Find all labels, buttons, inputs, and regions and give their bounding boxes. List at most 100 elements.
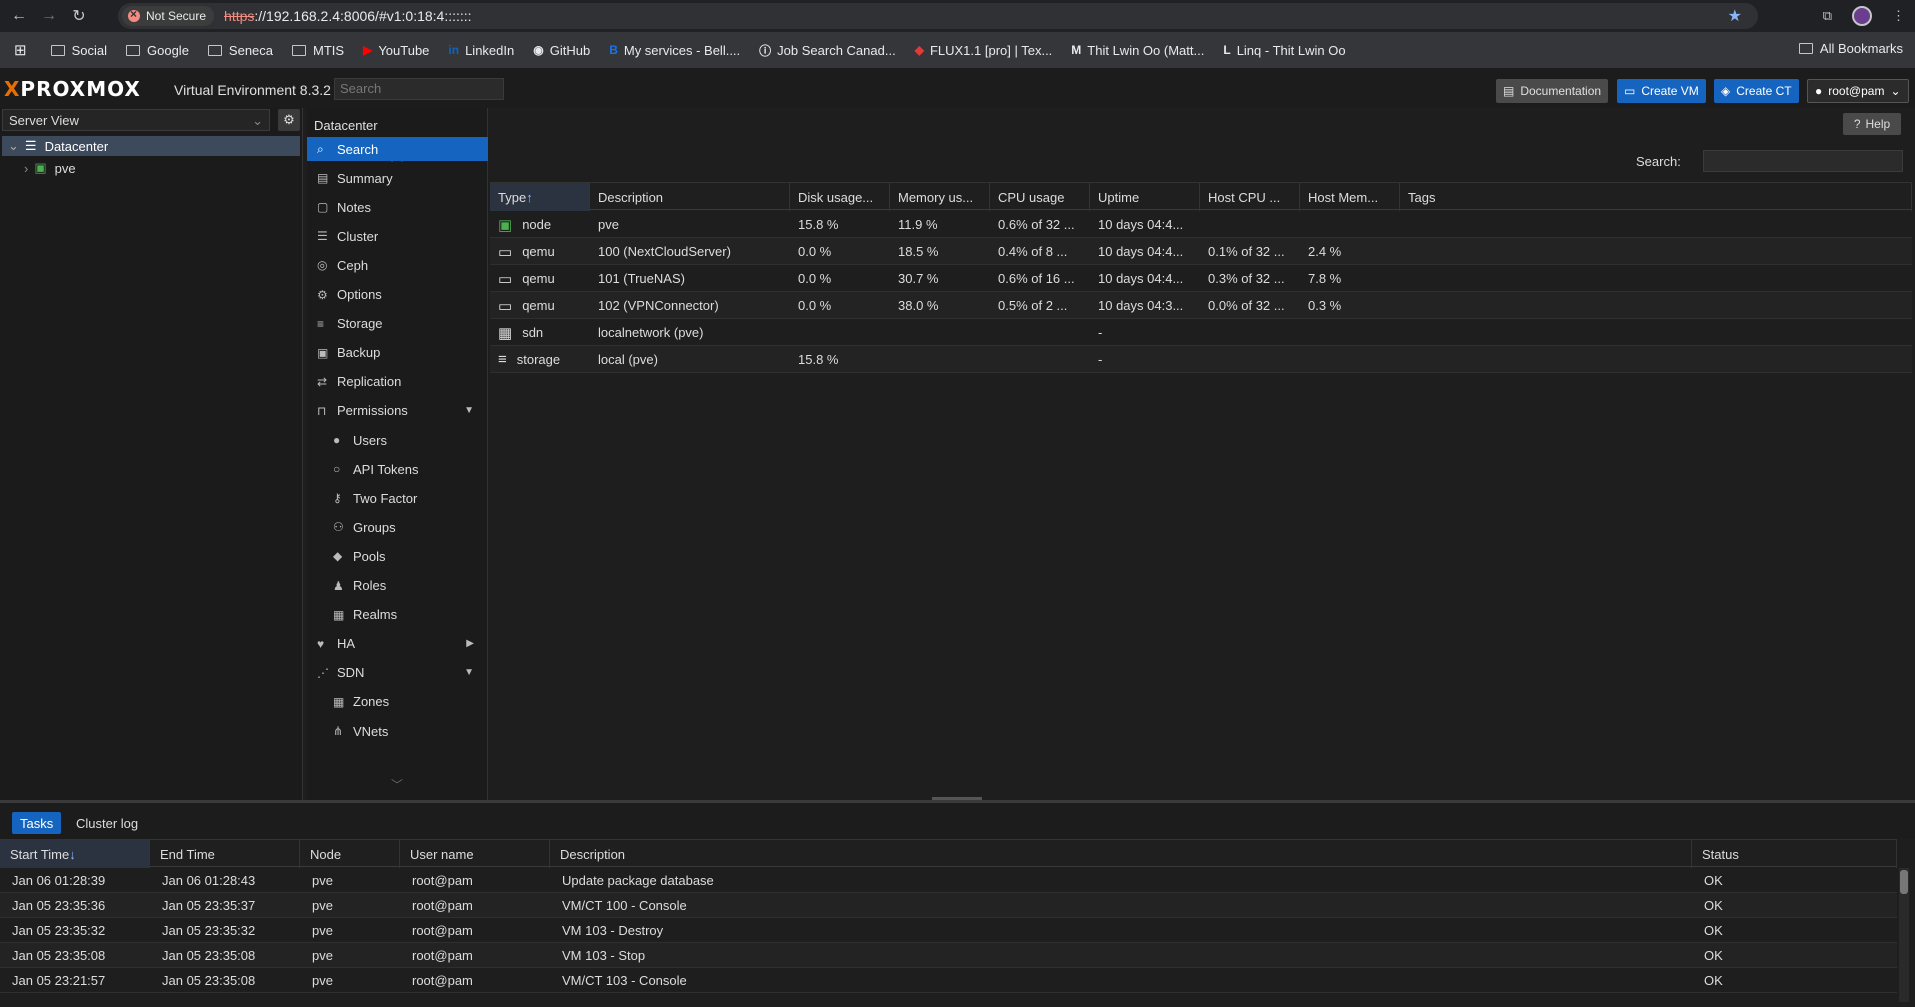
nav-item-two-factor[interactable]: ⚷ Two Factor <box>307 486 488 510</box>
column-header[interactable]: Host Mem... <box>1300 183 1400 211</box>
apps-grid-icon[interactable]: ⊞ <box>14 41 27 59</box>
column-header[interactable]: Tags <box>1400 183 1912 211</box>
all-bookmarks[interactable]: All Bookmarks <box>1798 41 1903 56</box>
nav-item-roles[interactable]: ♟ Roles <box>307 574 488 598</box>
table-row[interactable]: ▭ qemu 100 (NextCloudServer) 0.0 % 18.5 % 0.4… <box>490 238 1912 265</box>
task-row[interactable]: Jan 05 23:35:32 Jan 05 23:35:32 pve root@pa… <box>0 918 1897 943</box>
nav-item-pools[interactable]: ◆ Pools <box>307 544 488 568</box>
header-search-input[interactable]: Search <box>334 78 504 100</box>
column-header[interactable]: Memory us... <box>890 183 990 211</box>
scroll-down-icon[interactable]: ﹀ <box>391 776 403 793</box>
nav-item-cluster[interactable]: ☰ Cluster <box>307 224 488 248</box>
forward-icon[interactable]: → <box>34 1 64 31</box>
column-header[interactable]: Node <box>300 840 400 868</box>
column-header[interactable]: User name <box>400 840 550 868</box>
gear-icon[interactable]: ⚙ <box>278 109 300 131</box>
task-row[interactable]: Jan 05 23:35:36 Jan 05 23:35:37 pve root@pa… <box>0 893 1897 918</box>
column-header[interactable]: Host CPU ... <box>1200 183 1300 211</box>
tasks-scrollbar[interactable] <box>1899 868 1909 1002</box>
column-header-label: End Time <box>160 846 215 862</box>
create-ct-button[interactable]: ◈ Create CT <box>1714 79 1799 103</box>
table-row[interactable]: ▭ qemu 101 (TrueNAS) 0.0 % 30.7 % 0.6% of 16 … <box>490 265 1912 292</box>
nav-item-summary[interactable]: ▤ Summary <box>307 166 488 190</box>
tree-item-datacenter[interactable]: ⌄ ☰ Datacenter <box>2 136 300 156</box>
nav-item-realms[interactable]: ▦ Realms <box>307 603 488 627</box>
bookmark-item[interactable]: ▶ YouTube <box>363 43 429 58</box>
view-selector[interactable]: Server View ⌄ <box>2 109 270 131</box>
profile-avatar[interactable] <box>1852 6 1872 26</box>
tree-item-pve[interactable]: › ▣ pve <box>24 158 76 178</box>
nav-item-users[interactable]: ● Users <box>307 428 488 452</box>
table-row[interactable]: ≡ storage local (pve) 15.8 % - <box>490 346 1912 373</box>
nav-item-notes[interactable]: ▢ Notes <box>307 195 488 219</box>
scrollbar-thumb[interactable] <box>1900 870 1908 894</box>
task-row[interactable]: Jan 05 23:21:57 Jan 05 23:35:08 pve root@pa… <box>0 968 1897 993</box>
create-vm-button[interactable]: ▭ Create VM <box>1617 79 1706 103</box>
resource-search-input[interactable] <box>1703 150 1903 172</box>
nav-item-groups[interactable]: ⚇ Groups <box>307 515 488 539</box>
column-header[interactable]: Description <box>590 183 790 211</box>
reload-icon[interactable]: ↻ <box>64 1 94 31</box>
column-header[interactable]: Start Time ↓ <box>0 840 150 868</box>
nav-item-backup[interactable]: ▣ Backup <box>307 341 488 365</box>
help-button[interactable]: ? Help <box>1843 113 1901 135</box>
column-header[interactable]: Description <box>550 840 1692 868</box>
task-row[interactable]: Jan 06 01:28:39 Jan 06 01:28:43 pve root@pa… <box>0 868 1897 893</box>
tab-cluster-log[interactable]: Cluster log <box>68 812 146 834</box>
nav-item-ceph[interactable]: ◎ Ceph <box>307 253 488 277</box>
nav-item-search[interactable]: ⌕ Search <box>307 137 488 161</box>
column-header[interactable]: Disk usage... <box>790 183 890 211</box>
documentation-button[interactable]: ▤ Documentation <box>1496 79 1609 103</box>
nav-item-vnets[interactable]: ⋔ VNets <box>307 719 488 743</box>
tab-tasks[interactable]: Tasks <box>12 812 62 834</box>
url-text[interactable]: https://192.168.2.4:8006/#v1:0:18:4:::::… <box>224 8 472 24</box>
table-row[interactable]: ▣ node pve 15.8 % 11.9 % 0.6% of 32 ... 10 day… <box>490 211 1912 238</box>
nav-item-zones[interactable]: ▦ Zones <box>307 690 488 714</box>
not-secure-badge[interactable]: Not Secure <box>122 6 215 26</box>
bookmark-item[interactable]: ◆ FLUX1.1 [pro] | Tex... <box>915 43 1053 58</box>
ceph-icon: ◎ <box>317 258 328 273</box>
column-header[interactable]: CPU usage <box>990 183 1090 211</box>
bookmark-item[interactable]: ◉ GitHub <box>533 43 590 58</box>
column-header[interactable]: Type ↑ <box>490 183 590 211</box>
caret-down-icon[interactable]: ▼ <box>464 405 474 416</box>
nav-item-ha[interactable]: ♥ HA ▶ <box>307 632 488 656</box>
bookmark-item[interactable]: MTIS <box>292 43 344 58</box>
task-cell-user: root@pam <box>412 948 473 963</box>
bookmark-item[interactable]: Seneca <box>207 43 273 58</box>
table-row[interactable]: ▦ sdn localnetwork (pve) - <box>490 319 1912 346</box>
caret-right-icon[interactable]: ▶ <box>466 638 474 649</box>
column-header[interactable]: Uptime <box>1090 183 1200 211</box>
column-header[interactable]: Status <box>1692 840 1897 868</box>
bookmark-item[interactable]: in LinkedIn <box>448 43 514 58</box>
menu-icon[interactable]: ⋮ <box>1892 8 1905 24</box>
bookmark-item[interactable]: L Linq - Thit Lwin Oo <box>1223 43 1345 58</box>
column-header-label: Host CPU ... <box>1208 189 1281 205</box>
nav-item-storage[interactable]: ≡ Storage <box>307 312 488 336</box>
back-icon[interactable]: ← <box>4 1 34 31</box>
column-header[interactable]: End Time <box>150 840 300 868</box>
nav-item-permissions[interactable]: ⊓ Permissions ▼ <box>307 399 488 423</box>
user-menu-button[interactable]: ● root@pam ⌄ <box>1807 79 1909 103</box>
task-row[interactable]: Jan 05 23:35:08 Jan 05 23:35:08 pve root@pa… <box>0 943 1897 968</box>
nav-item-sdn[interactable]: ⋰ SDN ▼ <box>307 661 488 685</box>
bookmark-item[interactable]: Google <box>126 43 189 58</box>
nav-item-options[interactable]: ⚙ Options <box>307 283 488 307</box>
nav-item-replication[interactable]: ⇄ Replication <box>307 370 488 394</box>
column-header-label: CPU usage <box>998 189 1065 205</box>
github-icon: ◉ <box>533 43 544 57</box>
floppy-icon: ▣ <box>317 345 329 360</box>
bookmark-star-icon[interactable]: ★ <box>1728 6 1742 26</box>
bookmark-item[interactable]: ⓘ Job Search Canad... <box>759 42 896 59</box>
extensions-icon[interactable]: ⧉ <box>1823 8 1832 24</box>
table-row[interactable]: ▭ qemu 102 (VPNConnector) 0.0 % 38.0 % 0.5% o… <box>490 292 1912 319</box>
nav-item-api-tokens[interactable]: ○ API Tokens <box>307 457 488 481</box>
bookmarks-bar: ⊞ Social Google Seneca MTIS ▶ YouTube in Linked… <box>0 32 1915 68</box>
folder-icon <box>207 44 222 56</box>
bookmark-item[interactable]: M Thit Lwin Oo (Matt... <box>1071 43 1204 58</box>
address-bar[interactable]: Not Secure https://192.168.2.4:8006/#v1:… <box>118 3 1758 29</box>
bookmark-item[interactable]: Social <box>50 43 107 58</box>
cell-host-mem <box>1300 346 1400 373</box>
bookmark-item[interactable]: B My services - Bell.... <box>609 43 740 58</box>
caret-down-icon[interactable]: ▼ <box>464 667 474 678</box>
